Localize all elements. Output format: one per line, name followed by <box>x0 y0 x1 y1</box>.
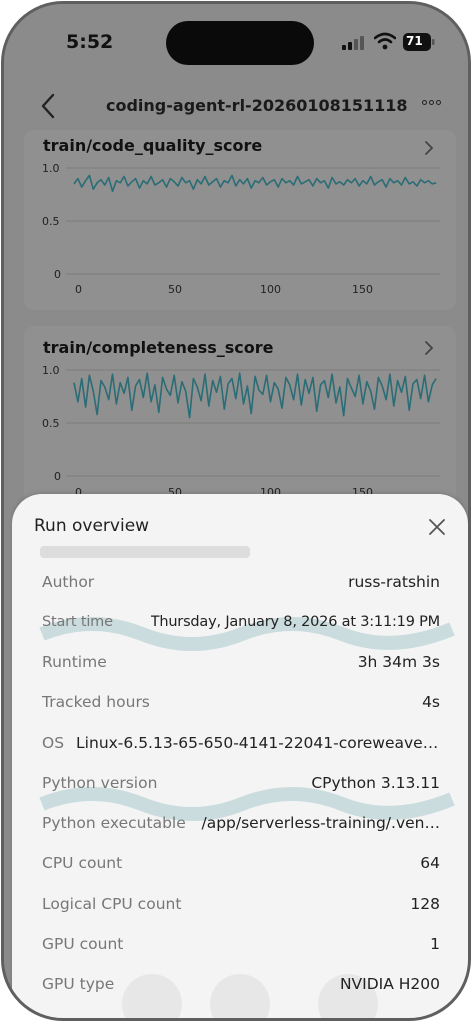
run-title: coding-agent-rl-20260108151118 <box>106 96 408 115</box>
y-tick-label: 0.5 <box>42 417 60 430</box>
y-tick-label: 0.5 <box>42 215 60 228</box>
x-tick-label: 0 <box>75 283 82 296</box>
overview-row-cpu-count: CPU count 64 <box>42 851 440 875</box>
overview-row-os: OS Linux-6.5.13-65-650-4141-22041-corewe… <box>42 731 440 755</box>
sheet-title: Run overview <box>34 516 150 536</box>
battery-icon: 71 <box>403 33 435 51</box>
x-tick-label: 50 <box>168 283 182 296</box>
row-value: Linux-6.5.13-65-650-4141-22041-coreweave… <box>76 734 440 752</box>
y-tick-label: 1.0 <box>42 162 60 175</box>
row-label: CPU count <box>42 854 123 872</box>
chart-card-code-quality[interactable]: train/code_quality_score 1.0 0.5 0 0 50 … <box>24 130 456 310</box>
row-label: Start time <box>42 614 113 630</box>
y-tick-label: 0 <box>54 268 61 281</box>
row-value: 64 <box>420 854 440 872</box>
row-label: GPU count <box>42 935 124 953</box>
row-label: Logical CPU count <box>42 895 182 913</box>
overview-row-python-version: Python version CPython 3.13.11 <box>42 771 440 795</box>
more-options-icon[interactable] <box>422 100 442 110</box>
wifi-icon <box>374 32 396 50</box>
row-label: Python executable <box>42 814 186 832</box>
status-time: 5:52 <box>66 31 114 53</box>
row-value: 128 <box>410 895 440 913</box>
series-line <box>73 372 437 419</box>
row-value: NVIDIA H200 <box>339 975 440 993</box>
row-label: GPU type <box>42 975 115 993</box>
chart-card-completeness[interactable]: train/completeness_score 1.0 0.5 0 0 50 … <box>24 326 456 506</box>
overview-row-author: Author russ-ratshin <box>42 570 440 594</box>
y-tick-label: 1.0 <box>42 364 60 377</box>
overview-row-start-time: Start time Thursday, January 8, 2026 at … <box>42 610 440 634</box>
row-label: Python version <box>42 774 158 792</box>
phone-frame: 5:52 71 coding-agent-rl-20260108151118 t… <box>1 1 471 1021</box>
overview-row-logical-cpu-count: Logical CPU count 128 <box>42 892 440 916</box>
row-label: OS <box>42 734 65 752</box>
row-label: Runtime <box>42 653 107 671</box>
row-value: 3h 34m 3s <box>357 653 440 671</box>
row-value: 1 <box>430 935 440 953</box>
line-chart-plot <box>66 167 440 275</box>
app-screen: 5:52 71 coding-agent-rl-20260108151118 t… <box>4 4 468 1018</box>
x-tick-label: 150 <box>352 283 373 296</box>
close-icon[interactable] <box>428 518 446 536</box>
cellular-signal-icon <box>342 36 364 50</box>
overview-row-gpu-count: GPU count 1 <box>42 932 440 956</box>
overview-row-tracked-hours: Tracked hours 4s <box>42 690 440 714</box>
row-label: Tracked hours <box>42 693 150 711</box>
battery-level: 71 <box>406 34 423 48</box>
row-value: /app/serverless-training/.ven… <box>201 814 440 832</box>
y-tick-label: 0 <box>54 470 61 483</box>
back-chevron-icon[interactable] <box>38 92 58 120</box>
dynamic-island <box>166 21 314 65</box>
chart-title: train/code_quality_score <box>43 136 263 155</box>
chevron-right-icon[interactable] <box>424 340 434 356</box>
x-tick-label: 100 <box>260 283 281 296</box>
series-line <box>73 174 437 193</box>
overview-row-gpu-type: GPU type NVIDIA H200 <box>42 972 440 996</box>
chart-title: train/completeness_score <box>43 338 274 357</box>
row-value: russ-ratshin <box>348 573 440 591</box>
overview-row-runtime: Runtime 3h 34m 3s <box>42 650 440 674</box>
row-value: CPython 3.13.11 <box>311 774 440 792</box>
chevron-right-icon[interactable] <box>424 140 434 156</box>
overview-row-python-executable: Python executable /app/serverless-traini… <box>42 811 440 835</box>
run-overview-sheet: Run overview Author russ-ratshin Start t… <box>12 494 468 1018</box>
row-label: Author <box>42 573 95 591</box>
row-value: Thursday, January 8, 2026 at 3:11:19 PM <box>150 614 440 630</box>
row-value: 4s <box>422 693 440 711</box>
line-chart-plot <box>66 369 440 477</box>
